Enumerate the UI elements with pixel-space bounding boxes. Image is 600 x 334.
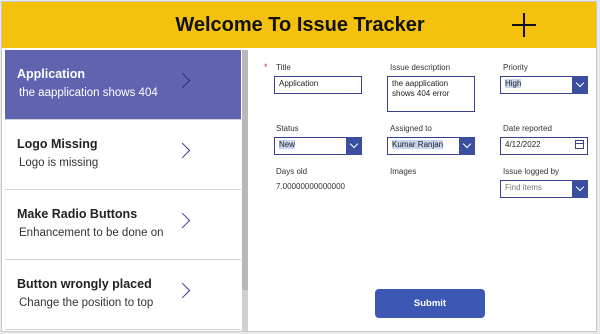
days-old-label: Days old (276, 167, 308, 176)
date-picker[interactable]: 4/12/2022 (500, 137, 588, 155)
gallery-item[interactable]: Logo Missing Logo is missing (5, 120, 241, 190)
submit-button[interactable]: Submit (375, 289, 485, 318)
priority-label: Priority (503, 63, 528, 72)
gallery-item[interactable]: Button wrongly placed Change the positio… (5, 260, 241, 330)
gallery-item-subtitle: Enhancement to be done on (19, 227, 164, 239)
description-label: Issue description (390, 63, 451, 72)
title-label: Title (276, 63, 291, 72)
gallery-item-subtitle: Logo is missing (19, 157, 99, 169)
images-label: Images (390, 167, 417, 176)
add-icon[interactable] (510, 11, 538, 39)
issue-form: * Title Application Issue description th… (252, 50, 596, 331)
header-bar: Welcome To Issue Tracker (2, 2, 596, 48)
gallery-item-title: Button wrongly placed (17, 277, 152, 291)
chevron-right-icon[interactable] (174, 72, 191, 89)
date-picker-value: 4/12/2022 (505, 140, 541, 149)
dropdown-chevron-icon[interactable] (459, 137, 475, 155)
logged-by-label: Issue logged by (503, 167, 560, 176)
assigned-label: Assigned to (390, 124, 432, 133)
days-old-value: 7.00000000000000 (276, 182, 345, 191)
logged-by-combobox[interactable]: Find items (500, 180, 588, 198)
gallery-item-title: Logo Missing (17, 137, 98, 151)
priority-dropdown[interactable]: High (500, 76, 588, 94)
dropdown-chevron-icon[interactable] (346, 137, 362, 155)
status-dropdown-value: New (279, 140, 296, 149)
dropdown-chevron-icon[interactable] (572, 76, 588, 94)
gallery-item[interactable]: Make Radio Buttons Enhancement to be don… (5, 190, 241, 260)
gallery-item-title: Application (17, 67, 86, 81)
calendar-icon[interactable] (575, 140, 584, 149)
issue-gallery: Application the aapplication shows 404 L… (5, 50, 241, 331)
priority-dropdown-value: High (505, 79, 522, 88)
chevron-right-icon[interactable] (174, 212, 191, 229)
date-label: Date reported (503, 124, 552, 133)
dropdown-chevron-icon[interactable] (572, 180, 588, 198)
assigned-dropdown-value: Kumar Ranjan (392, 140, 444, 149)
page-title: Welcome To Issue Tracker (175, 14, 425, 36)
title-field-value: Application (279, 79, 319, 88)
gallery-item-subtitle: the aapplication shows 404 (19, 87, 158, 99)
gallery-item[interactable]: Application the aapplication shows 404 (5, 50, 241, 120)
gallery-item-title: Make Radio Buttons (17, 207, 138, 221)
assigned-dropdown[interactable]: Kumar Ranjan (387, 137, 475, 155)
scrollbar-thumb[interactable] (242, 50, 248, 290)
gallery-scrollbar[interactable] (242, 50, 248, 331)
required-marker: * (264, 62, 268, 72)
status-label: Status (276, 124, 299, 133)
chevron-right-icon[interactable] (174, 142, 191, 159)
title-field[interactable]: Application (274, 76, 362, 94)
gallery-item-subtitle: Change the position to top (19, 297, 154, 309)
chevron-right-icon[interactable] (174, 282, 191, 299)
status-dropdown[interactable]: New (274, 137, 362, 155)
description-field-value: the aapplication shows 404 error (392, 79, 450, 98)
description-field[interactable]: the aapplication shows 404 error (387, 76, 475, 112)
app-window: Welcome To Issue Tracker Application the… (1, 1, 597, 332)
logged-by-placeholder: Find items (505, 183, 542, 192)
